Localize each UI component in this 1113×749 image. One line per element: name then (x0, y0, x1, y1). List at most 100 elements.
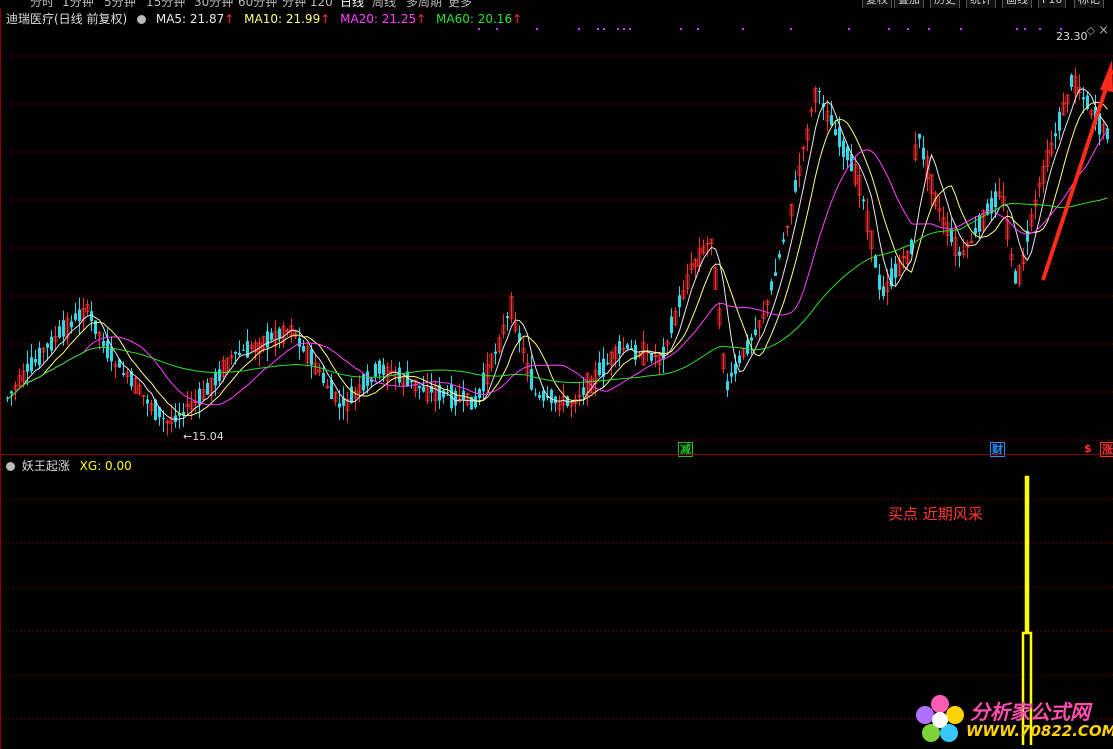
xg-value: XG: 0.00 (79, 459, 132, 473)
signal-dot (742, 28, 744, 30)
candle-body (382, 364, 385, 375)
candle-body (422, 386, 425, 392)
signal-dot (1016, 28, 1018, 30)
restore-right-button[interactable]: 复权 (862, 0, 892, 8)
candle-body (1106, 128, 1109, 140)
candle-body (730, 372, 733, 377)
period-tab-30min[interactable]: 30分钟 (194, 0, 233, 8)
f10-button[interactable]: F10 (1038, 0, 1067, 8)
period-tab-multi[interactable]: 多周期 (406, 0, 442, 8)
candle-body (74, 313, 77, 320)
ma20-up-arrow-icon: ↑ (416, 12, 427, 26)
signal-dot (617, 28, 619, 30)
candle-body (238, 352, 241, 356)
candle-body (338, 403, 341, 408)
candle-body (882, 286, 885, 296)
candle-body (874, 255, 877, 268)
draw-line-button[interactable]: 画线 (1002, 0, 1032, 8)
watermark-title: 分析家公式网 (970, 700, 1090, 724)
candle-body (818, 91, 821, 93)
history-button[interactable]: 历史 (930, 0, 960, 8)
stock-title[interactable]: 迪瑞医疗(日线 前复权) (6, 12, 127, 26)
diamond-icon[interactable]: ◇ (1087, 24, 1095, 37)
candle-body (366, 371, 369, 386)
candle-body (1082, 97, 1085, 100)
candle-body (454, 391, 457, 406)
candle-body (350, 386, 353, 404)
overlay-button[interactable]: 叠加 (894, 0, 924, 8)
candle-body (378, 360, 381, 374)
period-tab-1min[interactable]: 1分钟 (62, 0, 94, 8)
signal-dot (597, 28, 599, 30)
candle-body (878, 274, 881, 290)
ma10-line (7, 101, 1108, 417)
candle-body (922, 147, 925, 160)
candle-body (122, 373, 125, 375)
mark-button[interactable]: 标记 (1074, 0, 1104, 8)
ma5-line (7, 88, 1108, 420)
period-tab-fenshi[interactable]: 分时 (30, 0, 54, 8)
candle-body (102, 340, 105, 347)
candle-body (70, 321, 73, 328)
candle-body (534, 393, 537, 395)
period-tab-5min[interactable]: 5分钟 (104, 0, 136, 8)
period-tab-weekly[interactable]: 周线 (372, 0, 396, 8)
ma60-label: MA60: 20.16 (436, 12, 513, 26)
candle-body (542, 390, 545, 401)
period-tab-60min[interactable]: 60分钟 (238, 0, 277, 8)
close-icon[interactable]: × (1098, 23, 1109, 38)
period-tab-15min[interactable]: 15分钟 (146, 0, 185, 8)
candle-body (218, 369, 221, 381)
signal-dot (960, 28, 962, 30)
candle-body (106, 341, 109, 359)
candle-body (214, 371, 217, 386)
settings-icon[interactable] (137, 15, 147, 24)
candle-body (550, 389, 553, 403)
candle-body (34, 359, 37, 363)
candle-body (598, 362, 601, 376)
candle-body (918, 133, 921, 139)
period-tab-more[interactable]: 更多 (448, 0, 472, 8)
signal-dot (907, 28, 909, 30)
candle-body (958, 251, 961, 256)
candle-body (842, 140, 845, 158)
candle-body (830, 114, 833, 126)
indicator-settings-icon[interactable] (6, 462, 15, 471)
candle-body (670, 316, 673, 334)
candle-body (330, 380, 333, 400)
signal-dot (790, 28, 792, 30)
candlesticks (6, 67, 1109, 436)
signal-dot (536, 28, 538, 30)
kline-info-bar: 迪瑞医疗(日线 前复权) MA5: 21.87↑ MA10: 21.99↑ MA… (6, 10, 528, 27)
indicator-title[interactable]: 妖王起涨 (22, 459, 70, 473)
candle-body (162, 418, 165, 420)
candle-body (234, 351, 237, 354)
candle-body (1014, 271, 1017, 284)
candle-body (322, 373, 325, 384)
candle-body (278, 328, 281, 339)
candle-body (298, 337, 301, 347)
candle-body (1070, 75, 1073, 87)
candle-body (734, 363, 737, 375)
buy-point-annotation: 买点 近期风采 (888, 505, 983, 523)
ma10-up-arrow-icon: ↑ (320, 12, 331, 26)
candle-body (778, 254, 781, 258)
candle-body (726, 380, 729, 391)
watermark-url: WWW.70822.COM (966, 722, 1113, 740)
statistics-button[interactable]: 统计 (966, 0, 996, 8)
kline-panel[interactable]: 迪瑞医疗(日线 前复权) MA5: 21.87↑ MA10: 21.99↑ MA… (0, 8, 1113, 457)
period-tab-120min[interactable]: 分钟 120 (282, 0, 333, 8)
period-tab-daily[interactable]: 日线 (340, 0, 364, 8)
candle-body (754, 329, 757, 336)
candle-body (374, 363, 377, 377)
candle-body (974, 228, 977, 234)
candle-body (746, 340, 749, 354)
kline-chart[interactable] (0, 8, 1113, 454)
watermark-logo: 分析家公式网 WWW.70822.COM (912, 690, 1113, 748)
ma20-label: MA20: 21.25 (340, 12, 417, 26)
ma60-up-arrow-icon: ↑ (512, 12, 523, 26)
candle-body (26, 363, 29, 372)
moving-average-lines (7, 88, 1108, 420)
candle-body (10, 391, 13, 394)
candle-body (538, 395, 541, 398)
